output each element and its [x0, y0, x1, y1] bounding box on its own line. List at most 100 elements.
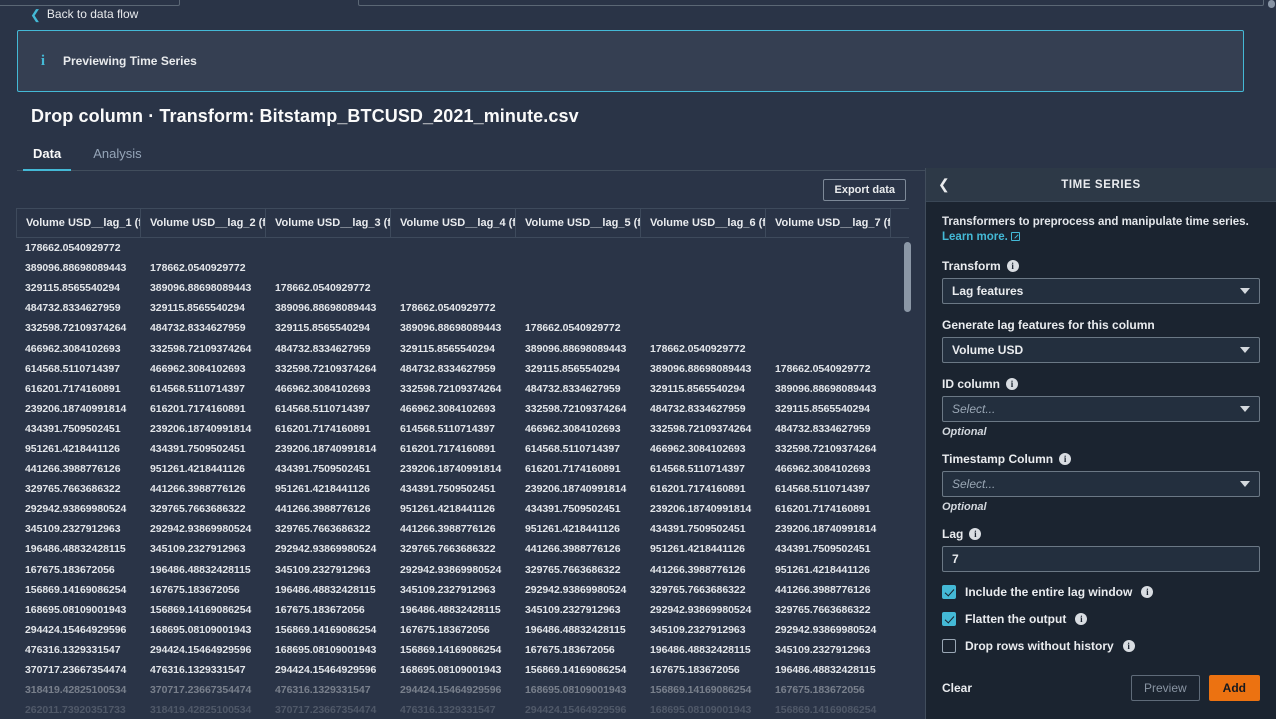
table-cell: 466962.3084102693	[16, 343, 141, 355]
id-column-select[interactable]: Select...	[942, 396, 1260, 422]
table-row[interactable]: 434391.7509502451239206.1874099181461620…	[16, 419, 909, 439]
timestamp-select[interactable]: Select...	[942, 471, 1260, 497]
table-row[interactable]: 466962.3084102693332598.7210937426448473…	[16, 338, 909, 358]
table-row[interactable]: 196486.48832428115345109.232791296329294…	[16, 539, 909, 559]
table-cell: 156869.14169086254	[266, 624, 391, 636]
table-cell: 292942.93869980524	[391, 564, 516, 576]
table-row[interactable]: 262011.73920351733318419.428251005343707…	[16, 700, 909, 719]
tab-data-label: Data	[33, 146, 61, 161]
export-data-button[interactable]: Export data	[823, 179, 906, 201]
drop-rows-info-icon[interactable]: i	[1123, 640, 1135, 652]
page-scrollbar-thumb[interactable]	[1268, 0, 1275, 8]
column-header-2[interactable]: Volume USD__lag_2 (f...	[141, 209, 266, 237]
table-vertical-scrollbar-thumb[interactable]	[904, 242, 911, 312]
panel-description-text: Transformers to preprocess and manipulat…	[942, 216, 1249, 228]
table-cell: 196486.48832428115	[641, 644, 766, 656]
include-lag-window-info-icon[interactable]: i	[1141, 586, 1153, 598]
table-cell: 484732.8334627959	[641, 403, 766, 415]
learn-more-link[interactable]: Learn more.	[942, 231, 1008, 243]
column-header-4[interactable]: Volume USD__lag_4 (f...	[391, 209, 516, 237]
checkbox-flatten-output-box[interactable]	[942, 612, 956, 626]
data-grid-body: 178662.0540929772389096.8869808944317866…	[16, 238, 909, 719]
table-cell: 262011.73920351733	[16, 704, 141, 716]
table-row[interactable]: 329765.7663686322441266.3988776126951261…	[16, 479, 909, 499]
table-row[interactable]: 292942.93869980524329765.766368632244126…	[16, 499, 909, 519]
checkbox-flatten-output[interactable]: Flatten the output i	[942, 612, 1260, 626]
column-header-3[interactable]: Volume USD__lag_3 (f...	[266, 209, 391, 237]
table-row[interactable]: 318419.42825100534370717.236673544744763…	[16, 680, 909, 700]
table-row[interactable]: 167675.183672056196486.48832428115345109…	[16, 560, 909, 580]
table-cell: 441266.3988776126	[141, 483, 266, 495]
table-row[interactable]: 441266.3988776126951261.4218441126434391…	[16, 459, 909, 479]
lag-column-select[interactable]: Volume USD	[942, 337, 1260, 363]
table-row[interactable]: 332598.72109374264484732.833462795932911…	[16, 318, 909, 338]
table-row[interactable]: 329115.8565540294389096.8869808944317866…	[16, 278, 909, 298]
preview-button[interactable]: Preview	[1131, 675, 1200, 701]
id-column-info-icon[interactable]: i	[1006, 378, 1018, 390]
table-cell: 434391.7509502451	[266, 463, 391, 475]
lag-info-icon[interactable]: i	[969, 528, 981, 540]
tab-data[interactable]: Data	[17, 144, 77, 170]
table-row[interactable]: 370717.23667354474476316.132933154729442…	[16, 660, 909, 680]
clear-button[interactable]: Clear	[942, 681, 972, 695]
table-row[interactable]: 168695.08109001943156869.141690862541676…	[16, 600, 909, 620]
column-header-7[interactable]: Volume USD__lag_7 (fl...	[766, 209, 891, 237]
cutoff-control-right[interactable]	[358, 0, 1264, 6]
panel-header: ❮ TIME SERIES	[926, 168, 1276, 202]
back-link-label: Back to data flow	[47, 7, 138, 21]
timestamp-select-placeholder: Select...	[952, 477, 995, 491]
checkbox-drop-rows-without-history-box[interactable]	[942, 639, 956, 653]
column-header-5[interactable]: Volume USD__lag_5 (f...	[516, 209, 641, 237]
table-cell: 292942.93869980524	[16, 503, 141, 515]
table-vertical-scrollbar[interactable]	[904, 208, 912, 713]
table-cell: 389096.88698089443	[516, 343, 641, 355]
table-cell: 167675.183672056	[766, 684, 891, 696]
table-cell: 168695.08109001943	[266, 644, 391, 656]
column-header-1[interactable]: Volume USD__lag_1 (f...	[16, 209, 141, 237]
timestamp-optional-hint: Optional	[942, 501, 1260, 513]
table-cell: 239206.18740991814	[766, 523, 891, 535]
tab-analysis[interactable]: Analysis	[77, 144, 157, 170]
flatten-output-info-icon[interactable]: i	[1075, 613, 1087, 625]
lag-input[interactable]: 7	[942, 546, 1260, 572]
table-cell: 329115.8565540294	[516, 363, 641, 375]
table-cell: 168695.08109001943	[391, 664, 516, 676]
table-cell: 616201.7174160891	[266, 423, 391, 435]
table-row[interactable]: 476316.1329331547294424.1546492959616869…	[16, 640, 909, 660]
table-cell: 484732.8334627959	[516, 383, 641, 395]
table-row[interactable]: 239206.18740991814616201.717416089161456…	[16, 399, 909, 419]
table-cell: 345109.2327912963	[516, 604, 641, 616]
chevron-down-icon	[1240, 406, 1250, 412]
table-row[interactable]: 614568.5110714397466962.3084102693332598…	[16, 359, 909, 379]
table-row[interactable]: 616201.7174160891614568.5110714397466962…	[16, 379, 909, 399]
banner-text: Previewing Time Series	[63, 54, 197, 68]
table-cell: 951261.4218441126	[641, 543, 766, 555]
timestamp-label-row: Timestamp Column i	[942, 452, 1260, 466]
table-row[interactable]: 294424.15464929596168695.081090019431568…	[16, 620, 909, 640]
table-row[interactable]: 178662.0540929772	[16, 238, 909, 258]
column-header-6[interactable]: Volume USD__lag_6 (f...	[641, 209, 766, 237]
table-cell: 239206.18740991814	[141, 423, 266, 435]
transform-select[interactable]: Lag features	[942, 278, 1260, 304]
table-row[interactable]: 156869.14169086254167675.183672056196486…	[16, 580, 909, 600]
table-row[interactable]: 484732.8334627959329115.8565540294389096…	[16, 298, 909, 318]
table-cell: 167675.183672056	[391, 624, 516, 636]
table-cell: 389096.88698089443	[391, 322, 516, 334]
table-row[interactable]: 345109.2327912963292942.9386998052432976…	[16, 519, 909, 539]
checkbox-include-lag-window-box[interactable]	[942, 585, 956, 599]
table-cell: 345109.2327912963	[766, 644, 891, 656]
checkbox-include-lag-window[interactable]: Include the entire lag window i	[942, 585, 1260, 599]
table-row[interactable]: 389096.88698089443178662.0540929772	[16, 258, 909, 278]
table-cell: 345109.2327912963	[391, 584, 516, 596]
transform-info-icon[interactable]: i	[1007, 260, 1019, 272]
chevron-down-icon	[1240, 288, 1250, 294]
panel-back-chevron-left-icon[interactable]: ❮	[938, 177, 950, 191]
checkbox-drop-rows-without-history[interactable]: Drop rows without history i	[942, 639, 1260, 653]
table-cell: 441266.3988776126	[641, 564, 766, 576]
add-button[interactable]: Add	[1209, 675, 1260, 701]
table-cell: 294424.15464929596	[266, 664, 391, 676]
timestamp-info-icon[interactable]: i	[1059, 453, 1071, 465]
back-to-data-flow-link[interactable]: ❮ Back to data flow	[30, 7, 138, 21]
cutoff-control-left[interactable]	[0, 0, 180, 6]
table-row[interactable]: 951261.4218441126434391.7509502451239206…	[16, 439, 909, 459]
